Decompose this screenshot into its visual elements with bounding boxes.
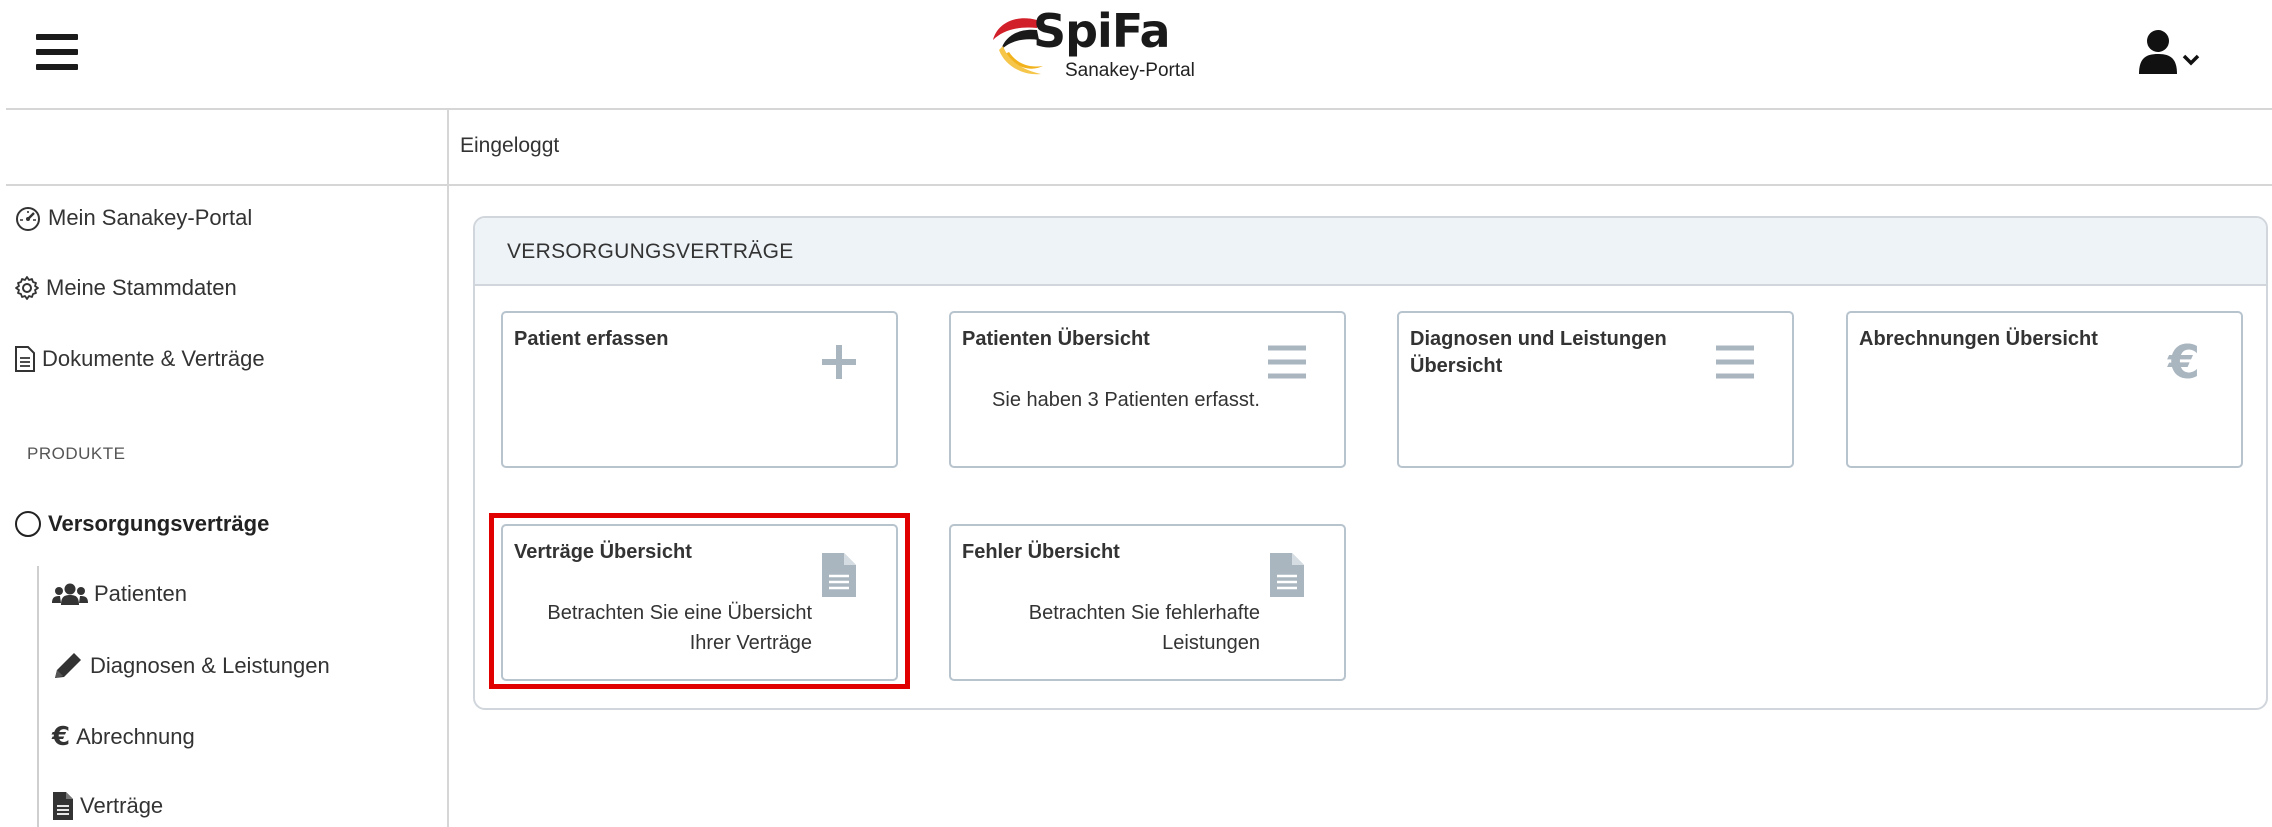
card-text: Sie haben 3 Patienten erfasst. (992, 389, 1260, 411)
document-icon (15, 346, 35, 372)
list-icon (1266, 339, 1308, 385)
section-label-produkte: PRODUKTE (27, 444, 126, 463)
sidebar-item-diagnosen[interactable]: Diagnosen & Leistungen (52, 651, 330, 681)
sidebar-item-label: Mein Sanakey-Portal (48, 205, 253, 230)
user-icon (2139, 30, 2177, 74)
card-abrechnungen-uebersicht[interactable]: Abrechnungen Übersicht € (1846, 311, 2243, 468)
sidebar-item-label: Dokumente & Verträge (42, 346, 265, 371)
top-header: SpiFa Sanakey-Portal (0, 0, 2272, 108)
euro-icon: € (52, 722, 71, 752)
card-text: Betrachten Sie fehlerhafte Leistungen (1028, 602, 1260, 654)
chevron-down-icon (2182, 54, 2200, 66)
logo-text: SpiFa (1033, 4, 1171, 58)
sidebar-item-label: Patienten (94, 581, 187, 606)
card-patient-erfassen[interactable]: Patient erfassen (501, 311, 898, 468)
card-title: Abrechnungen Übersicht (1859, 328, 2098, 350)
card-diagnosen-leistungen[interactable]: Diagnosen und Leistungen Übersicht (1397, 311, 1794, 468)
sidebar-item-vertraege[interactable]: Verträge (52, 791, 163, 821)
highlight-box (489, 513, 910, 689)
card-title: Diagnosen und Leistungen Übersicht (1410, 328, 1667, 377)
list-icon (1714, 339, 1756, 385)
sidebar-divider (447, 108, 449, 827)
gear-icon (15, 276, 39, 300)
file-icon (1266, 552, 1308, 598)
sidebar-item-label: Diagnosen & Leistungen (90, 653, 330, 678)
card-patienten-uebersicht[interactable]: Patienten Übersicht Sie haben 3 Patiente… (949, 311, 1346, 468)
sidebar-item-dokumente[interactable]: Dokumente & Verträge (14, 345, 265, 373)
card-fehler-uebersicht[interactable]: Fehler Übersicht Betrachten Sie fehlerha… (949, 524, 1346, 681)
circle-icon (15, 511, 41, 537)
header-divider (6, 108, 2272, 110)
panel-title: VERSORGUNGSVERTRÄGE (507, 240, 794, 263)
panel-header: VERSORGUNGSVERTRÄGE (475, 218, 2266, 286)
sidebar-item-patienten[interactable]: Patienten (52, 581, 187, 607)
plus-icon (818, 339, 860, 385)
sidebar-item-label: Versorgungsverträge (48, 511, 270, 536)
euro-icon: € (2167, 335, 2200, 389)
sidebar-item-stammdaten[interactable]: Meine Stammdaten (14, 275, 237, 301)
dashboard-icon (16, 207, 40, 231)
logo-subtitle: Sanakey-Portal (1065, 60, 1195, 81)
card-title: Fehler Übersicht (962, 541, 1120, 563)
sidebar-item-label: Abrechnung (76, 724, 195, 749)
hamburger-icon[interactable] (36, 34, 78, 70)
pencil-icon (55, 653, 81, 678)
sidebar-item-versorgungsvertraege[interactable]: Versorgungsverträge (14, 510, 269, 538)
card-title: Patienten Übersicht (962, 328, 1150, 350)
sidebar-item-label: Verträge (80, 793, 164, 818)
users-icon (52, 583, 88, 605)
card-title: Patient erfassen (514, 328, 669, 350)
file-icon (53, 792, 73, 820)
sidebar: Mein Sanakey-Portal Meine Stammdaten Dok… (0, 186, 447, 827)
sidebar-item-label: Meine Stammdaten (46, 275, 237, 300)
login-status: Eingeloggt (460, 134, 560, 157)
sidebar-item-abrechnung[interactable]: € Abrechnung (52, 722, 195, 752)
user-menu[interactable] (2138, 28, 2202, 80)
sidebar-item-dashboard[interactable]: Mein Sanakey-Portal (14, 205, 252, 231)
submenu-line (37, 566, 39, 827)
logo[interactable]: SpiFa Sanakey-Portal (985, 4, 1215, 86)
